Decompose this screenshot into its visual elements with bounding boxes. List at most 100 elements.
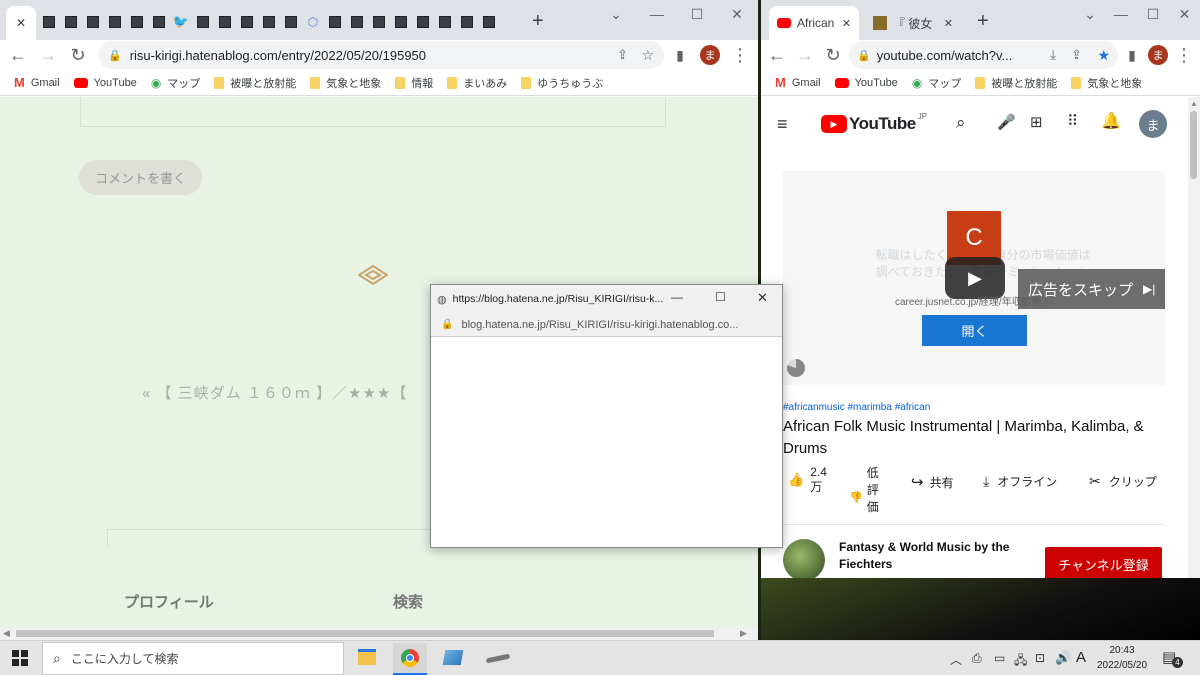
bookmark-star-icon[interactable]: ☆ <box>641 47 654 64</box>
bookmark-folder-5[interactable]: ゆうちゅうぶ <box>521 75 603 91</box>
create-video-icon[interactable]: ⊞ <box>1030 113 1043 131</box>
reload-icon[interactable]: ↻ <box>819 41 847 69</box>
search-icon[interactable]: ⌕ <box>956 113 966 133</box>
scrollbar-right-arrow[interactable]: ▶ <box>740 628 747 639</box>
site-favicon-icon[interactable] <box>240 15 254 29</box>
minimize-button[interactable]: — <box>636 0 678 28</box>
hashtags[interactable]: #africanmusic #marimba #african <box>783 402 930 413</box>
site-favicon-icon[interactable] <box>42 15 56 29</box>
tab-search-icon[interactable]: ⌄ <box>1075 0 1105 28</box>
cube-icon[interactable]: ⬡ <box>306 15 320 29</box>
pen-app-icon[interactable] <box>485 653 511 664</box>
bookmark-gmail[interactable]: M Gmail <box>14 75 60 90</box>
close-tab-icon[interactable]: ✕ <box>944 17 953 30</box>
popup-maximize-button[interactable]: ☐ <box>715 290 726 304</box>
clock[interactable]: 20:43 2022/05/20 <box>1094 643 1150 673</box>
profile-avatar[interactable]: ま <box>1148 45 1168 65</box>
site-favicon-icon[interactable] <box>328 15 342 29</box>
popup-minimize-button[interactable]: — <box>671 290 683 304</box>
bookmark-folder-3[interactable]: 情報 <box>395 75 433 91</box>
skip-ad-button[interactable]: 広告をスキップ ▶| <box>1018 269 1165 309</box>
notifications-bell-icon[interactable]: 🔔 <box>1101 111 1121 131</box>
site-favicon-icon[interactable] <box>64 15 78 29</box>
tray-icon-1[interactable]: ⎙ <box>972 651 982 666</box>
reload-icon[interactable]: ↻ <box>64 41 92 69</box>
channel-name[interactable]: Fantasy & World Music by the Fiechters <box>839 539 1019 573</box>
site-favicon-icon[interactable] <box>416 15 430 29</box>
menu-icon[interactable]: ⋮ <box>726 41 754 69</box>
chrome-icon[interactable] <box>393 643 427 675</box>
share-icon[interactable]: ⇪ <box>1071 47 1082 63</box>
tab-search-icon[interactable]: ⌄ <box>596 0 636 28</box>
bookmark-folder-1[interactable]: 被曝と放射能 <box>975 75 1057 91</box>
bookmark-folder-1[interactable]: 被曝と放射能 <box>214 75 296 91</box>
dislike-button[interactable]: 👎 低評価 <box>849 465 880 516</box>
forward-icon[interactable]: → <box>791 41 819 69</box>
site-favicon-icon[interactable] <box>460 15 474 29</box>
address-bar[interactable]: 🔒 risu-kirigi.hatenablog.com/entry/2022/… <box>98 41 664 69</box>
tab-youtube[interactable]: African F ✕ <box>769 6 859 40</box>
side-panel-icon[interactable]: ▮ <box>666 41 694 69</box>
site-favicon-icon[interactable] <box>438 15 452 29</box>
site-favicon-icon[interactable] <box>262 15 276 29</box>
maximize-button[interactable]: ☐ <box>676 0 718 28</box>
site-favicon-icon[interactable] <box>218 15 232 29</box>
windows-start-icon[interactable] <box>12 650 28 666</box>
tray-network-icon[interactable]: 🖧 <box>1014 651 1027 672</box>
share-button[interactable]: ↪ 共有 <box>911 473 954 491</box>
site-favicon-icon[interactable] <box>372 15 386 29</box>
back-icon[interactable]: ← <box>763 41 791 69</box>
scrollbar-left-arrow[interactable]: ◀ <box>3 628 10 639</box>
bookmark-folder-2[interactable]: 気象と地象 <box>1071 75 1142 91</box>
ad-open-button[interactable]: 開く <box>922 315 1027 346</box>
offline-button[interactable]: ⤓ オフライン <box>983 473 1057 490</box>
tab-second[interactable]: 『 彼女 ✕ <box>865 6 961 40</box>
taskbar-search-box[interactable]: ⌕ ここに入力して検索 <box>42 642 344 675</box>
site-favicon-icon[interactable] <box>152 15 166 29</box>
download-icon[interactable]: ⤓ <box>1050 47 1056 63</box>
notification-center-icon[interactable]: ▤ 4 <box>1162 648 1183 668</box>
tray-battery-icon[interactable]: ▭ <box>994 651 1005 665</box>
scrollbar-up-arrow[interactable]: ▲ <box>1190 99 1198 108</box>
horizontal-scrollbar[interactable]: ◀ ▶ <box>0 627 758 640</box>
site-favicon-icon[interactable] <box>284 15 298 29</box>
site-favicon-icon[interactable] <box>350 15 364 29</box>
hamburger-menu-icon[interactable]: ≡ <box>777 114 788 135</box>
tray-icon-4[interactable]: ⊡ <box>1035 651 1045 665</box>
bookmark-maps[interactable]: ◉ マップ <box>912 75 961 91</box>
account-avatar[interactable]: ま <box>1139 110 1167 138</box>
close-window-button[interactable]: ✕ <box>716 0 758 28</box>
close-window-button[interactable]: ✕ <box>1169 0 1200 28</box>
profile-avatar[interactable]: ま <box>700 45 720 65</box>
youtube-logo[interactable]: ▶ YouTube JP <box>821 112 927 134</box>
address-bar[interactable]: 🔒 youtube.com/watch?v... ⤓ ⇪ ★ <box>849 41 1118 69</box>
subscribe-button[interactable]: チャンネル登録 <box>1045 547 1162 578</box>
side-panel-icon[interactable]: ▮ <box>1118 41 1146 69</box>
bookmark-youtube[interactable]: YouTube <box>73 77 137 89</box>
maximize-button[interactable]: ☐ <box>1137 0 1169 28</box>
site-favicon-icon[interactable] <box>394 15 408 29</box>
bookmark-gmail[interactable]: M Gmail <box>775 75 821 90</box>
page-scrollbar[interactable]: ▲ <box>1188 97 1200 578</box>
bookmark-star-filled-icon[interactable]: ★ <box>1097 47 1110 64</box>
site-favicon-icon[interactable] <box>196 15 210 29</box>
scrollbar-thumb[interactable] <box>1190 111 1197 179</box>
twitter-bird-icon[interactable]: 🐦 <box>173 14 189 29</box>
scrollbar-thumb[interactable] <box>16 630 714 637</box>
close-tab-icon[interactable]: ✕ <box>16 16 26 30</box>
app-icon[interactable] <box>442 650 464 665</box>
site-favicon-icon[interactable] <box>86 15 100 29</box>
bookmark-youtube[interactable]: YouTube <box>834 77 898 89</box>
file-explorer-icon[interactable] <box>358 649 376 665</box>
show-hidden-icons-chevron-icon[interactable]: ︿ <box>950 651 962 668</box>
site-favicon-icon[interactable] <box>482 15 496 29</box>
new-tab-button[interactable]: + <box>977 10 989 33</box>
forward-icon[interactable]: → <box>34 41 62 69</box>
like-button[interactable]: 👍 2.4万 <box>788 465 827 495</box>
popup-close-button[interactable]: ✕ <box>757 290 768 306</box>
site-favicon-icon[interactable] <box>108 15 122 29</box>
apps-grid-icon[interactable]: ⠿ <box>1067 112 1078 130</box>
clip-button[interactable]: ✂ クリップ <box>1089 473 1157 490</box>
microphone-icon[interactable]: 🎤 <box>997 113 1016 131</box>
site-favicon-icon[interactable] <box>130 15 144 29</box>
